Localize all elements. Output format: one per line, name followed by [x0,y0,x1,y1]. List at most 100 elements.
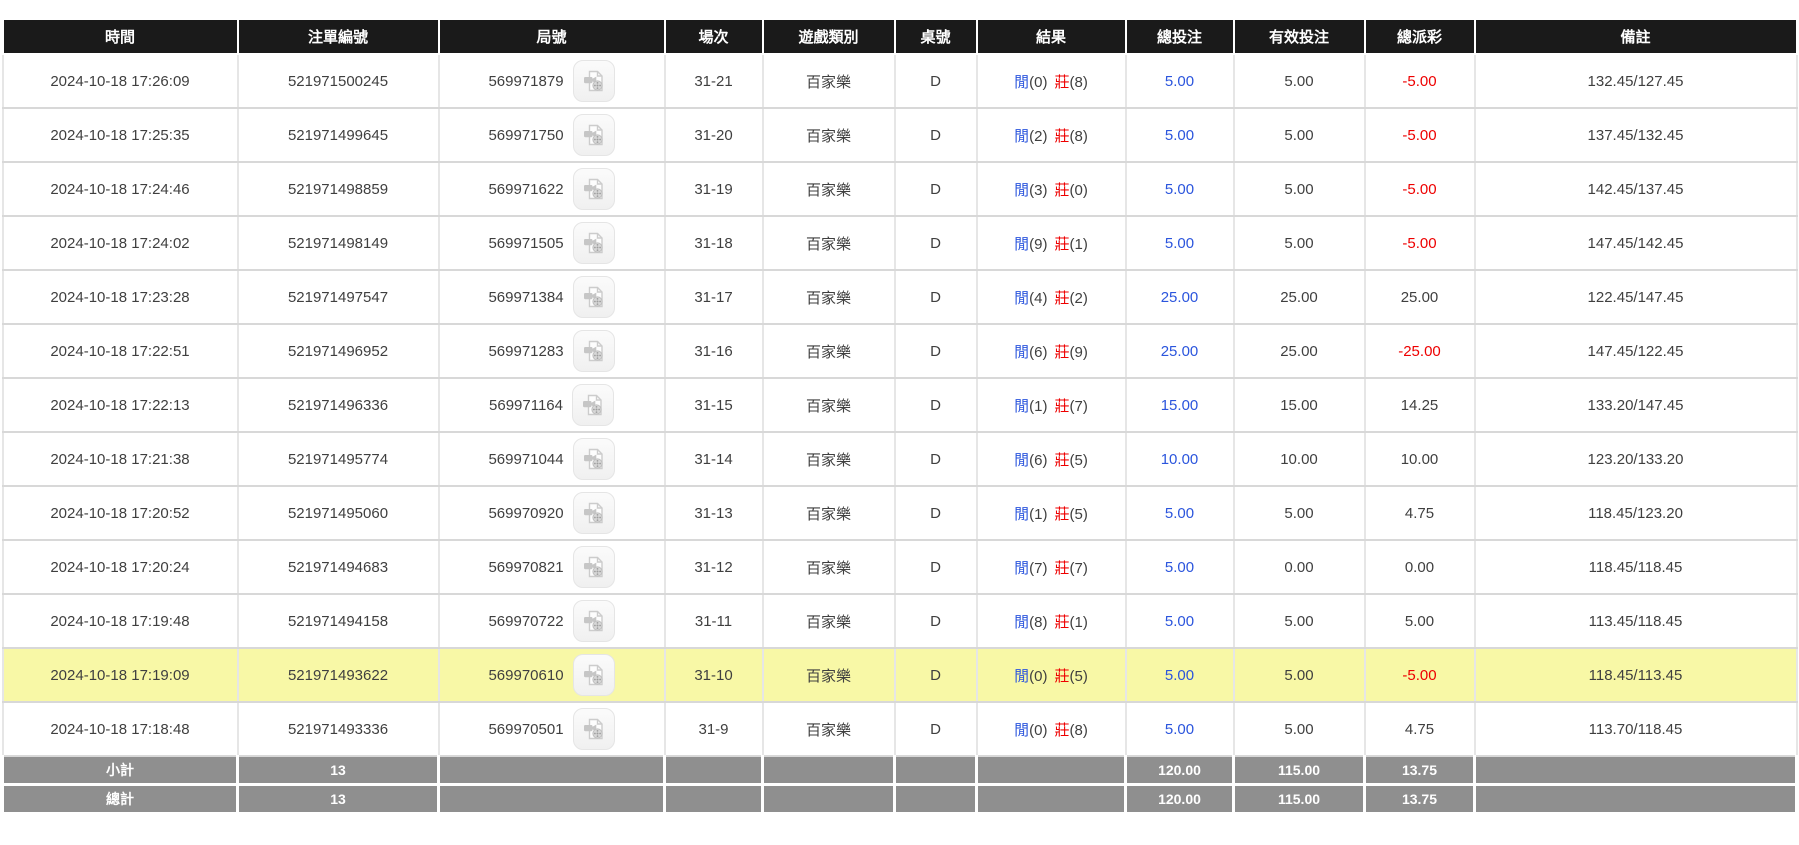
video-replay-button[interactable] [572,384,614,426]
cell-total-bet: 5.00 [1126,702,1234,756]
col-header-bet-id: 注單編號 [238,19,439,54]
player-result-value: (4) [1029,290,1047,307]
video-replay-button[interactable] [573,708,615,750]
player-result-value: (6) [1029,344,1047,361]
table-row[interactable]: 2024-10-18 17:26:09 521971500245 5699718… [3,54,1797,108]
video-replay-button[interactable] [573,546,615,588]
video-replay-icon [581,68,607,94]
cell-empty [1475,785,1797,814]
cell-game-type: 百家樂 [763,54,895,108]
cell-result: 閒(1)莊(7) [977,378,1126,432]
player-result-label: 閒 [1014,668,1029,685]
cell-session: 31-10 [665,648,763,702]
cell-time: 2024-10-18 17:22:51 [3,324,238,378]
player-result-value: (1) [1029,398,1047,415]
video-replay-button[interactable] [573,60,615,102]
cell-session: 31-11 [665,594,763,648]
subtotal-label: 小計 [3,756,238,785]
cell-result: 閒(6)莊(9) [977,324,1126,378]
table-row[interactable]: 2024-10-18 17:19:48 521971494158 5699707… [3,594,1797,648]
cell-valid-bet: 0.00 [1234,540,1365,594]
round-id-text: 569971384 [488,289,563,306]
cell-bet-id: 521971493622 [238,648,439,702]
cell-result: 閒(8)莊(1) [977,594,1126,648]
table-row[interactable]: 2024-10-18 17:24:46 521971498859 5699716… [3,162,1797,216]
video-replay-icon [581,716,607,742]
cell-total-payout: 4.75 [1365,702,1475,756]
cell-total-bet: 5.00 [1126,540,1234,594]
cell-total-payout: -5.00 [1365,162,1475,216]
player-result-value: (0) [1029,74,1047,91]
table-row[interactable]: 2024-10-18 17:23:28 521971497547 5699713… [3,270,1797,324]
banker-result-label: 莊 [1055,290,1070,307]
grand-total-valid-bet: 115.00 [1234,785,1365,814]
video-replay-button[interactable] [573,330,615,372]
cell-bet-id: 521971494158 [238,594,439,648]
cell-empty [977,785,1126,814]
grand-total-row: 總計 13 120.00 115.00 13.75 [3,785,1797,814]
cell-round-id: 569970821 [439,540,665,594]
table-row[interactable]: 2024-10-18 17:20:52 521971495060 5699709… [3,486,1797,540]
table-row[interactable]: 2024-10-18 17:18:48 521971493336 5699705… [3,702,1797,756]
round-id-text: 569971622 [488,181,563,198]
video-replay-button[interactable] [573,438,615,480]
round-id-text: 569970501 [488,721,563,738]
video-replay-button[interactable] [573,222,615,264]
video-replay-button[interactable] [573,654,615,696]
cell-time: 2024-10-18 17:21:38 [3,432,238,486]
col-header-round-id: 局號 [439,19,665,54]
cell-round-id: 569971505 [439,216,665,270]
col-header-total-bet: 總投注 [1126,19,1234,54]
table-row[interactable]: 2024-10-18 17:19:09 521971493622 5699706… [3,648,1797,702]
cell-empty [665,756,763,785]
round-id-text: 569971283 [488,343,563,360]
banker-result-value: (7) [1070,560,1088,577]
cell-valid-bet: 5.00 [1234,108,1365,162]
table-row[interactable]: 2024-10-18 17:24:02 521971498149 5699715… [3,216,1797,270]
table-row[interactable]: 2024-10-18 17:25:35 521971499645 5699717… [3,108,1797,162]
subtotal-total-payout: 13.75 [1365,756,1475,785]
cell-result: 閒(0)莊(8) [977,702,1126,756]
col-header-valid-bet: 有效投注 [1234,19,1365,54]
cell-total-payout: -25.00 [1365,324,1475,378]
table-row[interactable]: 2024-10-18 17:22:13 521971496336 5699711… [3,378,1797,432]
table-footer: 小計 13 120.00 115.00 13.75 總計 13 [3,756,1797,814]
table-row[interactable]: 2024-10-18 17:21:38 521971495774 5699710… [3,432,1797,486]
banker-result-value: (5) [1070,668,1088,685]
cell-valid-bet: 5.00 [1234,486,1365,540]
video-replay-button[interactable] [573,276,615,318]
player-result-value: (8) [1029,614,1047,631]
video-replay-button[interactable] [573,114,615,156]
video-replay-button[interactable] [573,168,615,210]
col-header-session: 場次 [665,19,763,54]
table-row[interactable]: 2024-10-18 17:22:51 521971496952 5699712… [3,324,1797,378]
cell-table-no: D [895,486,977,540]
player-result-label: 閒 [1014,290,1029,307]
table-row[interactable]: 2024-10-18 17:20:24 521971494683 5699708… [3,540,1797,594]
cell-game-type: 百家樂 [763,108,895,162]
video-replay-button[interactable] [573,600,615,642]
cell-table-no: D [895,378,977,432]
cell-empty [439,756,665,785]
cell-total-payout: 5.00 [1365,594,1475,648]
round-id-text: 569971505 [488,235,563,252]
cell-total-payout: 4.75 [1365,486,1475,540]
cell-session: 31-13 [665,486,763,540]
cell-total-payout: 25.00 [1365,270,1475,324]
cell-table-no: D [895,270,977,324]
cell-session: 31-15 [665,378,763,432]
col-header-total-payout: 總派彩 [1365,19,1475,54]
video-replay-button[interactable] [573,492,615,534]
cell-total-payout: 14.25 [1365,378,1475,432]
banker-result-label: 莊 [1055,128,1070,145]
banker-result-value: (8) [1070,722,1088,739]
grand-total-total-payout: 13.75 [1365,785,1475,814]
cell-result: 閒(9)莊(1) [977,216,1126,270]
banker-result-label: 莊 [1055,452,1070,469]
cell-session: 31-9 [665,702,763,756]
cell-game-type: 百家樂 [763,324,895,378]
banker-result-value: (5) [1070,452,1088,469]
cell-bet-id: 521971495774 [238,432,439,486]
subtotal-total-bet: 120.00 [1126,756,1234,785]
cell-round-id: 569971750 [439,108,665,162]
